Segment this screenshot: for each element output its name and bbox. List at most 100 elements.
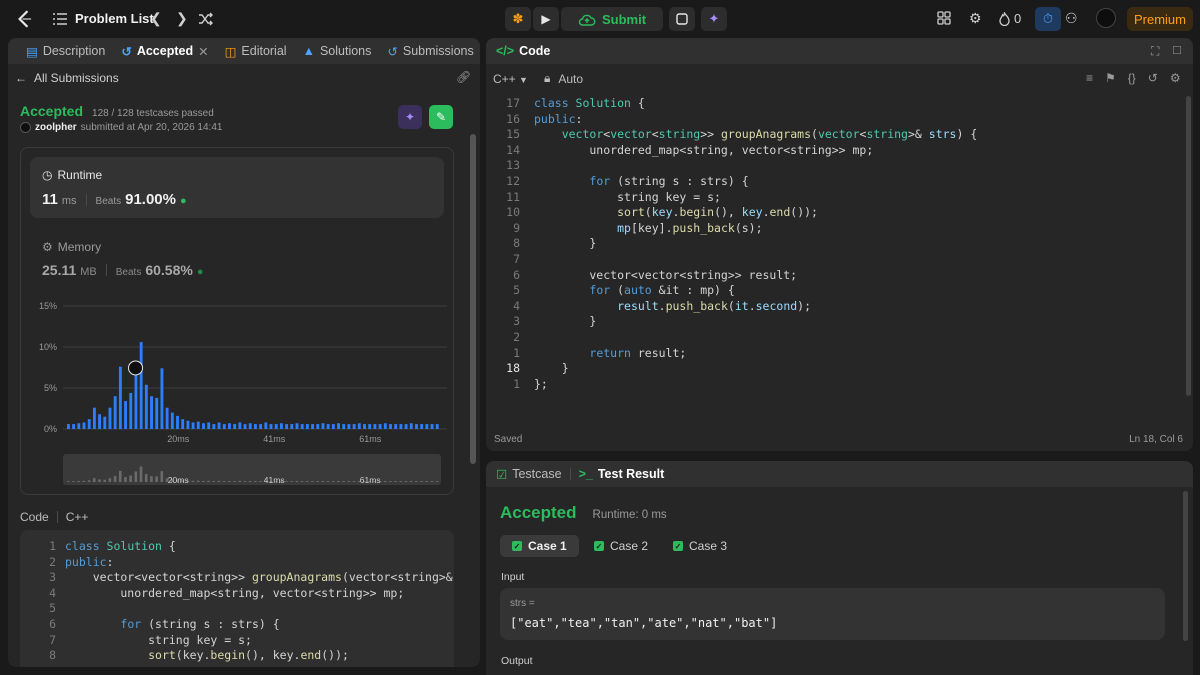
notes-button[interactable]: [669, 7, 695, 31]
chart-bar[interactable]: [212, 424, 216, 429]
link-icon[interactable]: 🔗︎: [456, 70, 471, 84]
settings-icon[interactable]: ⚙: [1170, 71, 1181, 85]
braces-icon[interactable]: {}: [1128, 71, 1136, 85]
problem-list-button[interactable]: Problem List: [53, 11, 154, 26]
run-button[interactable]: ▶: [533, 7, 559, 31]
chart-bar[interactable]: [103, 416, 107, 429]
chart-bar[interactable]: [409, 423, 413, 429]
chart-bar[interactable]: [160, 368, 164, 429]
tab-solutions[interactable]: ▲ Solutions: [295, 38, 380, 64]
tab-submissions[interactable]: ↺ Submissions: [379, 38, 480, 64]
prev-problem-icon[interactable]: ❮: [150, 10, 162, 27]
chart-bar[interactable]: [383, 423, 387, 429]
next-problem-icon[interactable]: ❯: [176, 10, 188, 27]
chart-bar[interactable]: [352, 424, 356, 429]
submit-button[interactable]: Submit: [561, 7, 663, 31]
chart-bar[interactable]: [368, 424, 372, 429]
chart-bar[interactable]: [274, 424, 278, 429]
case-3-button[interactable]: ✓ Case 3: [661, 535, 739, 557]
chart-bar[interactable]: [279, 423, 283, 429]
chart-bar[interactable]: [87, 419, 91, 429]
runtime-distribution-chart[interactable]: 15% 10% 5% 0% 20ms 41ms 61ms 20ms 41ms 61ms: [21, 296, 455, 496]
chart-bar[interactable]: [92, 407, 96, 429]
chart-bar[interactable]: [290, 424, 294, 429]
chart-bar[interactable]: [238, 422, 242, 429]
chart-bar[interactable]: [222, 424, 226, 429]
chart-bar[interactable]: [129, 392, 133, 429]
chart-bar[interactable]: [248, 423, 252, 429]
chart-bar[interactable]: [176, 415, 179, 429]
edit-solution-button[interactable]: ✎: [429, 105, 453, 129]
gear-icon[interactable]: ⚙: [969, 10, 982, 27]
leetcode-logo[interactable]: [16, 10, 34, 28]
chart-bar[interactable]: [399, 424, 403, 429]
shuffle-icon[interactable]: [198, 12, 213, 26]
chart-bar[interactable]: [77, 423, 81, 429]
tab-description[interactable]: ▤ Description: [18, 38, 113, 64]
chart-bar[interactable]: [347, 424, 351, 429]
scrollbar[interactable]: [470, 134, 476, 464]
chart-bar[interactable]: [191, 422, 195, 429]
chart-bar[interactable]: [420, 424, 424, 429]
chart-bar[interactable]: [98, 414, 102, 429]
layout-icon[interactable]: [937, 11, 951, 28]
tab-accepted[interactable]: ↺ Accepted ✕: [113, 38, 216, 64]
chart-bar[interactable]: [113, 396, 117, 429]
scrollbar[interactable]: [1183, 491, 1188, 641]
tab-editorial[interactable]: ◫ Editorial: [217, 38, 295, 64]
bookmark-icon[interactable]: ⚑: [1105, 71, 1116, 85]
chart-bar[interactable]: [155, 397, 159, 429]
chart-bar[interactable]: [170, 412, 174, 429]
chart-bar[interactable]: [124, 401, 127, 429]
chart-bar[interactable]: [108, 407, 112, 429]
chart-bar[interactable]: [217, 422, 221, 429]
chart-bar[interactable]: [394, 424, 398, 429]
chart-bar[interactable]: [331, 424, 335, 429]
chart-bar[interactable]: [404, 424, 408, 429]
chart-bar[interactable]: [165, 407, 169, 429]
chart-bar[interactable]: [139, 342, 143, 429]
minimize-icon[interactable]: □: [1173, 42, 1181, 57]
language-select[interactable]: C++ ▼: [493, 72, 528, 86]
fullscreen-icon[interactable]: ⛶: [1151, 44, 1159, 59]
chart-bar[interactable]: [186, 420, 190, 429]
chart-bar[interactable]: [326, 424, 330, 429]
chart-bar[interactable]: [435, 424, 439, 429]
chart-bar[interactable]: [342, 424, 346, 429]
chart-bar[interactable]: [118, 366, 122, 429]
chart-bar[interactable]: [269, 424, 273, 429]
chart-bar[interactable]: [233, 424, 237, 429]
back-to-submissions[interactable]: ← All Submissions: [15, 71, 119, 85]
chart-bar[interactable]: [305, 424, 309, 429]
chart-bar[interactable]: [285, 424, 289, 429]
chart-bar[interactable]: [357, 423, 361, 429]
chart-bar[interactable]: [373, 424, 377, 429]
chart-bar[interactable]: [181, 419, 185, 429]
chart-bar[interactable]: [67, 424, 70, 429]
chart-bar[interactable]: [196, 421, 200, 429]
chart-bar[interactable]: [259, 424, 263, 429]
chart-bar[interactable]: [202, 423, 205, 429]
chart-bar[interactable]: [363, 424, 366, 429]
chart-bar[interactable]: [82, 422, 86, 429]
debug-button[interactable]: ✽: [505, 7, 531, 31]
memory-header[interactable]: ⚙ Memory: [42, 240, 101, 254]
avatar[interactable]: [1096, 8, 1116, 28]
streak-counter[interactable]: 0: [999, 11, 1021, 26]
reset-icon[interactable]: ↺: [1148, 71, 1158, 85]
chart-bar[interactable]: [150, 396, 153, 429]
case-2-button[interactable]: ✓ Case 2: [582, 535, 660, 557]
chart-bar[interactable]: [321, 423, 325, 429]
chart-bar[interactable]: [311, 424, 314, 429]
your-submission-marker[interactable]: [128, 360, 144, 376]
runtime-card[interactable]: ◷ Runtime 11 ms Beats 91.00% ●: [30, 157, 444, 218]
username[interactable]: zoolpher: [35, 122, 77, 133]
chart-bar[interactable]: [295, 423, 299, 429]
chart-bar[interactable]: [134, 369, 138, 429]
chart-bar[interactable]: [425, 424, 429, 429]
ai-assist-button[interactable]: ✦: [701, 7, 727, 31]
scrollbar[interactable]: [1186, 96, 1191, 396]
chart-bar[interactable]: [389, 424, 392, 429]
premium-button[interactable]: Premium: [1127, 7, 1193, 31]
chart-bar[interactable]: [254, 424, 257, 429]
